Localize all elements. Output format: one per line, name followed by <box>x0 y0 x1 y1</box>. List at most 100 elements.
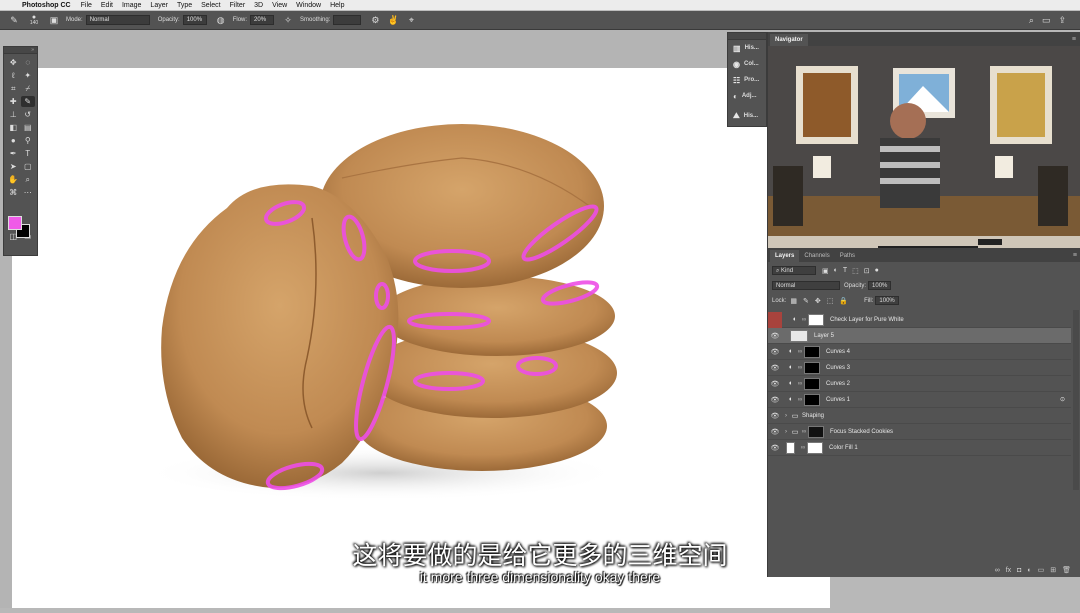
lock-transparency-icon[interactable]: ▦ <box>790 297 797 305</box>
layer-row-curves-2[interactable]: 👁 ◐ ∞ Curves 2 <box>768 376 1071 392</box>
healing-brush-tool-icon[interactable]: ✚ <box>6 96 21 107</box>
layers-opacity-field[interactable]: 100% <box>868 281 892 290</box>
dodge-tool-icon[interactable]: ⚲ <box>21 135 36 146</box>
tab-navigator[interactable]: Navigator <box>770 34 808 46</box>
tools-panel-grip[interactable]: » <box>4 47 37 54</box>
brush-settings-icon[interactable]: ▣ <box>48 14 60 26</box>
brush-tool-icon-selected[interactable]: ✎ <box>20 96 35 107</box>
flow-field[interactable]: 20% <box>250 15 275 25</box>
layers-panel-menu-icon[interactable]: ≡ <box>1073 252 1077 259</box>
dock-item-color[interactable]: ◉ Col... <box>728 56 766 72</box>
menu-edit[interactable]: Edit <box>101 2 113 9</box>
menu-window[interactable]: Window <box>296 2 321 9</box>
clone-stamp-tool-icon[interactable]: ⊥ <box>6 109 21 120</box>
mode-select[interactable]: Normal <box>85 15 150 25</box>
tab-paths[interactable]: Paths <box>835 250 860 262</box>
eye-icon[interactable]: 👁 <box>768 380 782 388</box>
brush-preset-picker[interactable]: ● 140 <box>26 14 42 26</box>
history-brush-tool-icon[interactable]: ↺ <box>21 109 36 120</box>
layers-scrollbar[interactable] <box>1073 310 1079 490</box>
expand-arrow-icon[interactable]: › <box>782 413 790 419</box>
eyedropper-tool-icon[interactable]: ⌿ <box>21 83 36 94</box>
menu-image[interactable]: Image <box>122 2 141 9</box>
zoom-tool-icon[interactable]: ⌕ <box>21 174 36 185</box>
layer-row-focus-stacked-cookies[interactable]: 👁 › ▭ ∞ Focus Stacked Cookies <box>768 424 1071 440</box>
eraser-tool-icon[interactable]: ◧ <box>6 122 21 133</box>
dock-item-adjustments[interactable]: ◐ Adj... <box>728 88 766 104</box>
app-name-menu[interactable]: Photoshop CC <box>22 2 71 9</box>
lock-artboard-icon[interactable]: ⬚ <box>827 297 834 305</box>
menu-3d[interactable]: 3D <box>254 2 263 9</box>
eye-icon[interactable]: 👁 <box>768 412 782 420</box>
eye-icon[interactable]: 👁 <box>768 348 782 356</box>
layer-row-layer-5[interactable]: 👁 Layer 5 <box>768 328 1071 344</box>
filter-adjustment-icon[interactable]: ◐ <box>834 267 838 275</box>
eye-icon[interactable]: 👁 <box>768 428 782 436</box>
pen-tool-icon[interactable]: ✒ <box>6 148 21 159</box>
dock-grip[interactable] <box>728 33 766 40</box>
navigator-preview[interactable] <box>768 46 1080 248</box>
filter-type-icon[interactable]: T <box>843 267 847 275</box>
layer-row-check-layer[interactable]: ◐ ∞ Check Layer for Pure White <box>768 311 1071 328</box>
tab-channels[interactable]: Channels <box>799 250 834 262</box>
menu-view[interactable]: View <box>272 2 287 9</box>
lock-position-icon[interactable]: ✥ <box>815 297 821 305</box>
layer-row-color-fill-1[interactable]: 👁 ∞ Color Fill 1 <box>768 440 1071 456</box>
smoothing-field[interactable] <box>333 15 362 25</box>
crop-tool-icon[interactable]: ⌗ <box>6 83 21 94</box>
move-tool-icon[interactable]: ✥ <box>6 57 21 68</box>
eye-icon[interactable]: 👁 <box>768 396 782 404</box>
blend-mode-select[interactable]: Normal <box>772 281 840 290</box>
share-icon[interactable]: ⇪ <box>1058 15 1066 26</box>
menu-filter[interactable]: Filter <box>230 2 246 9</box>
symmetry-icon[interactable]: ✌ <box>387 14 399 26</box>
menu-help[interactable]: Help <box>330 2 344 9</box>
eye-icon[interactable]: 👁 <box>768 364 782 372</box>
lock-all-icon[interactable]: 🔒 <box>839 297 848 305</box>
menu-layer[interactable]: Layer <box>150 2 168 9</box>
filter-smart-object-icon[interactable]: ⊡ <box>864 267 870 275</box>
lock-image-icon[interactable]: ✎ <box>803 297 809 305</box>
hand-tool-icon[interactable]: ✋ <box>6 174 21 185</box>
pressure-opacity-icon[interactable]: ◍ <box>215 14 227 26</box>
filter-pixel-icon[interactable]: ▣ <box>822 267 829 275</box>
marquee-tool-icon[interactable]: ◌ <box>21 57 36 68</box>
gradient-tool-icon[interactable]: ▤ <box>21 122 36 133</box>
panel-menu-icon[interactable]: ≡ <box>1072 36 1076 43</box>
lasso-tool-icon[interactable]: ℓ <box>6 70 21 81</box>
dock-item-history[interactable]: ⛰ His... <box>728 108 766 124</box>
menu-file[interactable]: File <box>81 2 92 9</box>
visibility-toggle-off[interactable] <box>768 311 782 328</box>
menu-type[interactable]: Type <box>177 2 192 9</box>
blur-tool-icon[interactable]: ● <box>6 135 21 146</box>
pressure-size-icon[interactable]: ⌖ <box>405 14 417 26</box>
path-selection-tool-icon[interactable]: ➤ <box>6 161 21 172</box>
more-tools-icon[interactable]: ⋯ <box>21 187 36 198</box>
search-icon[interactable]: ⌕ <box>1029 15 1034 26</box>
eye-icon[interactable]: 👁 <box>768 444 782 452</box>
workspace-icon[interactable]: ▭ <box>1042 15 1051 26</box>
layer-row-shaping[interactable]: 👁 › ▭ Shaping <box>768 408 1071 424</box>
extra-tools-icon[interactable]: ⌘ <box>6 187 21 198</box>
type-tool-icon[interactable]: T <box>21 148 36 159</box>
dock-item-properties[interactable]: ☷ Pro... <box>728 72 766 88</box>
layer-row-curves-1[interactable]: 👁 ◐ ∞ Curves 1 ⊙ <box>768 392 1071 408</box>
filter-shape-icon[interactable]: ⬚ <box>852 267 859 275</box>
fill-field[interactable]: 100% <box>875 296 899 305</box>
gear-icon[interactable]: ⚙ <box>369 14 381 26</box>
tab-layers[interactable]: Layers <box>770 250 800 262</box>
brush-tool-icon[interactable]: ✎ <box>8 14 20 26</box>
foreground-color-swatch[interactable] <box>8 216 22 230</box>
document-canvas[interactable] <box>12 68 830 608</box>
layer-row-curves-3[interactable]: 👁 ◐ ∞ Curves 3 <box>768 360 1071 376</box>
filter-kind-select[interactable]: ⌕ Kind <box>772 266 816 275</box>
dock-item-histogram[interactable]: ▥ His... <box>728 40 766 56</box>
opacity-field[interactable]: 100% <box>182 15 207 25</box>
filter-toggle-icon[interactable]: ● <box>875 267 879 275</box>
layer-row-curves-4[interactable]: 👁 ◐ ∞ Curves 4 <box>768 344 1071 360</box>
expand-arrow-icon[interactable]: › <box>782 429 790 435</box>
menu-select[interactable]: Select <box>201 2 220 9</box>
airbrush-icon[interactable]: ✧ <box>282 14 294 26</box>
magic-wand-tool-icon[interactable]: ✦ <box>21 70 36 81</box>
eye-icon[interactable]: 👁 <box>768 332 782 340</box>
